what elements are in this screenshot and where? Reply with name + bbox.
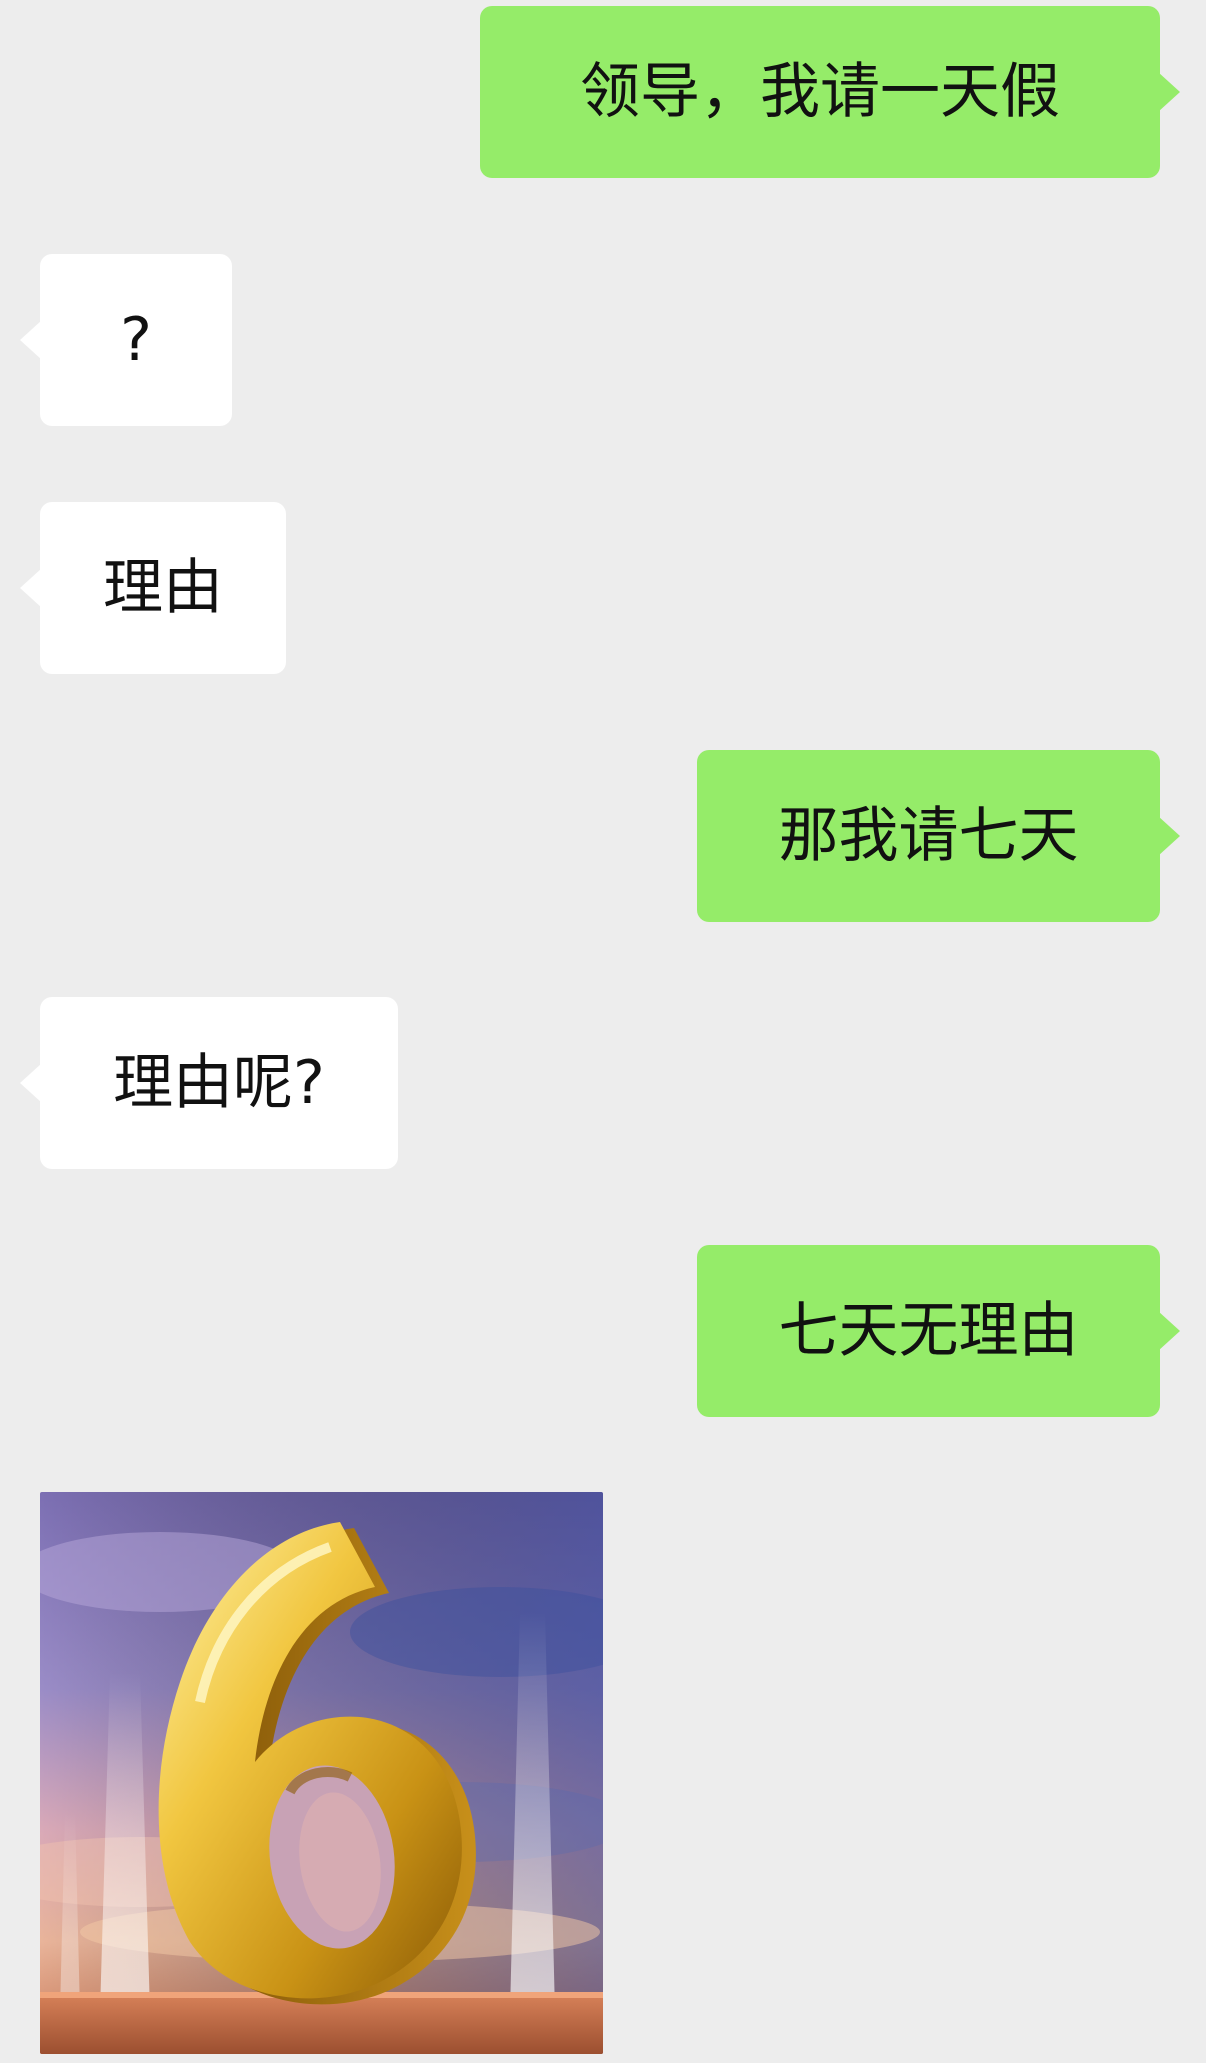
received-image-message[interactable] — [40, 1492, 603, 2054]
message-text: 理由 — [103, 553, 223, 623]
received-message-bubble[interactable]: ? — [20, 254, 232, 426]
message-text: 七天无理由 — [778, 1296, 1079, 1366]
received-message-bubble[interactable]: 理由呢? — [20, 997, 398, 1169]
message-text: 理由呢? — [113, 1048, 325, 1118]
message-text: ? — [120, 305, 152, 375]
received-message-bubble[interactable]: 理由 — [20, 502, 286, 674]
sent-message-bubble[interactable]: 七天无理由 — [697, 1245, 1180, 1417]
chat-conversation: 领导，我请一天假 ? 理由 那我请七天 理由呢? 七天无理由 — [0, 0, 1206, 2063]
message-text: 领导，我请一天假 — [580, 57, 1060, 127]
sent-message-bubble[interactable]: 那我请七天 — [697, 750, 1180, 922]
golden-six-image — [40, 1492, 603, 2054]
sent-message-bubble[interactable]: 领导，我请一天假 — [480, 6, 1180, 178]
message-text: 那我请七天 — [778, 801, 1079, 871]
